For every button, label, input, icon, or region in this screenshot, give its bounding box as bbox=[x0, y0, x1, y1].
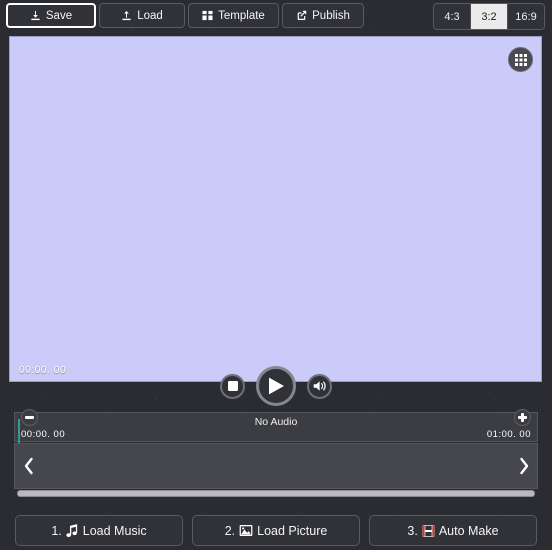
load-picture-label: Load Picture bbox=[257, 523, 328, 538]
load-button-label: Load bbox=[137, 9, 163, 22]
volume-icon bbox=[313, 380, 327, 392]
upload-icon bbox=[121, 10, 132, 21]
action-button-bar: 1. Load Music 2. Load Picture 3. Auto Ma… bbox=[0, 511, 552, 550]
grid-icon bbox=[514, 53, 527, 66]
stop-icon bbox=[227, 381, 238, 391]
aspect-ratio-selector: 4:3 3:2 16:9 bbox=[433, 3, 545, 30]
audio-timeline-panel[interactable]: No Audio 00:00. 00 01:00. 00 bbox=[14, 409, 538, 443]
load-picture-step-number: 2. bbox=[224, 523, 236, 538]
minus-icon bbox=[25, 416, 34, 419]
top-toolbar: Save Load Template Publish 4:3 3:2 16:9 bbox=[0, 0, 552, 32]
chevron-left-icon bbox=[24, 457, 33, 475]
track-scroll-left-button[interactable] bbox=[15, 457, 41, 475]
load-music-button[interactable]: 1. Load Music bbox=[15, 515, 183, 546]
app-window: Save Load Template Publish 4:3 3:2 16:9 … bbox=[0, 0, 552, 550]
auto-make-step-number: 3. bbox=[407, 523, 418, 538]
picture-track-panel[interactable] bbox=[14, 443, 538, 489]
play-button[interactable] bbox=[256, 366, 296, 406]
publish-button[interactable]: Publish bbox=[282, 3, 364, 28]
save-button-label: Save bbox=[45, 9, 73, 22]
aspect-ratio-3-2[interactable]: 3:2 bbox=[470, 4, 507, 29]
timeline-zoom-out-button[interactable] bbox=[21, 409, 38, 426]
image-icon bbox=[239, 524, 253, 537]
audio-track-title: No Audio bbox=[254, 416, 298, 428]
load-picture-button[interactable]: 2. Load Picture bbox=[192, 515, 360, 546]
canvas-timecode: 00:00. 00 bbox=[19, 365, 67, 376]
template-button[interactable]: Template bbox=[188, 3, 279, 28]
volume-button[interactable] bbox=[307, 373, 332, 399]
plus-icon-vertical bbox=[521, 413, 524, 422]
grid-toggle-button[interactable] bbox=[508, 47, 533, 72]
load-music-label: Load Music bbox=[82, 523, 147, 538]
aspect-ratio-16-9[interactable]: 16:9 bbox=[507, 4, 544, 29]
film-save-icon bbox=[422, 524, 435, 538]
auto-make-label: Auto Make bbox=[438, 523, 499, 538]
chevron-right-icon bbox=[519, 457, 528, 475]
template-grid-icon bbox=[202, 10, 213, 21]
publish-button-label: Publish bbox=[312, 9, 350, 22]
timeline-playhead[interactable] bbox=[18, 419, 20, 443]
music-note-icon bbox=[66, 523, 79, 538]
share-icon bbox=[296, 10, 307, 21]
preview-canvas[interactable]: 00:00. 00 bbox=[9, 36, 542, 382]
load-button[interactable]: Load bbox=[99, 3, 185, 28]
aspect-ratio-4-3[interactable]: 4:3 bbox=[434, 4, 470, 29]
template-button-label: Template bbox=[218, 9, 265, 22]
stop-button[interactable] bbox=[220, 373, 245, 399]
save-button[interactable]: Save bbox=[6, 3, 96, 28]
auto-make-button[interactable]: 3. Auto Make bbox=[369, 515, 537, 546]
track-scroll-right-button[interactable] bbox=[511, 457, 537, 475]
timeline-start-time: 00:00. 00 bbox=[21, 429, 66, 440]
timeline-end-time: 01:00. 00 bbox=[486, 429, 531, 440]
play-icon bbox=[268, 377, 285, 395]
download-icon bbox=[30, 10, 41, 21]
load-music-step-number: 1. bbox=[51, 523, 62, 538]
picture-track-scrollbar[interactable] bbox=[17, 490, 535, 497]
timeline-zoom-in-button[interactable] bbox=[514, 409, 531, 426]
